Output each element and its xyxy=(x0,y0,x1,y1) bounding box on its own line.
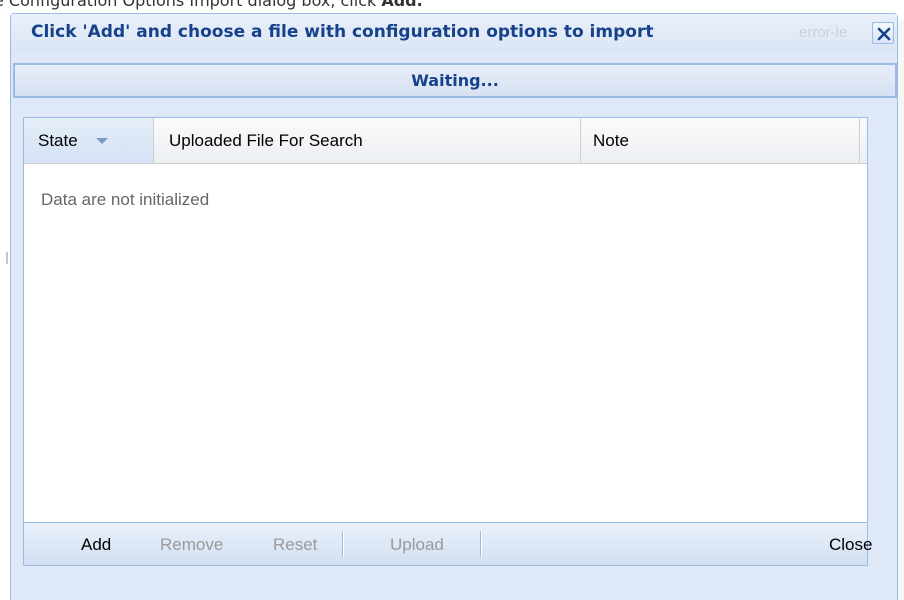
close-button[interactable]: Close xyxy=(829,535,872,555)
close-x-icon xyxy=(877,27,891,41)
empty-grid-message: Data are not initialized xyxy=(41,190,210,209)
dialog-toolbar: Add Remove Reset Upload Close xyxy=(23,522,872,566)
background-page-left xyxy=(0,20,10,600)
status-text: Waiting... xyxy=(411,71,499,90)
document-caption: e Configuration Options Import dialog bo… xyxy=(0,0,423,10)
close-x-button[interactable] xyxy=(872,22,894,44)
column-header-uploaded-file[interactable]: Uploaded File For Search xyxy=(154,118,581,163)
background-text: error-le xyxy=(799,24,848,41)
screenshot-page: e Configuration Options Import dialog bo… xyxy=(0,0,904,600)
caption-text: e Configuration Options Import dialog bo… xyxy=(0,0,382,10)
sort-down-arrow-icon[interactable] xyxy=(96,138,108,145)
column-header-label: State xyxy=(38,131,78,150)
column-header-spacer xyxy=(860,118,867,163)
dialog-title: Click 'Add' and choose a file with confi… xyxy=(31,22,654,42)
caption-bold-text: Add. xyxy=(381,0,423,10)
column-header-note[interactable]: Note xyxy=(581,118,860,163)
grid-header: State Uploaded File For Search Note xyxy=(24,118,867,164)
column-header-label: Note xyxy=(593,131,629,150)
toolbar-separator xyxy=(480,531,482,557)
import-dialog: Click 'Add' and choose a file with confi… xyxy=(10,13,898,600)
dialog-header[interactable]: Click 'Add' and choose a file with confi… xyxy=(11,14,897,52)
progress-status-bar: Waiting... xyxy=(13,63,897,98)
reset-button[interactable]: Reset xyxy=(273,535,317,555)
column-header-state[interactable]: State xyxy=(24,118,154,163)
file-grid: State Uploaded File For Search Note Data… xyxy=(23,117,868,522)
remove-button[interactable]: Remove xyxy=(160,535,223,555)
column-header-label: Uploaded File For Search xyxy=(169,131,363,150)
add-button[interactable]: Add xyxy=(81,535,111,555)
toolbar-separator xyxy=(342,531,344,557)
upload-button[interactable]: Upload xyxy=(390,535,444,555)
background-divider xyxy=(6,252,8,264)
